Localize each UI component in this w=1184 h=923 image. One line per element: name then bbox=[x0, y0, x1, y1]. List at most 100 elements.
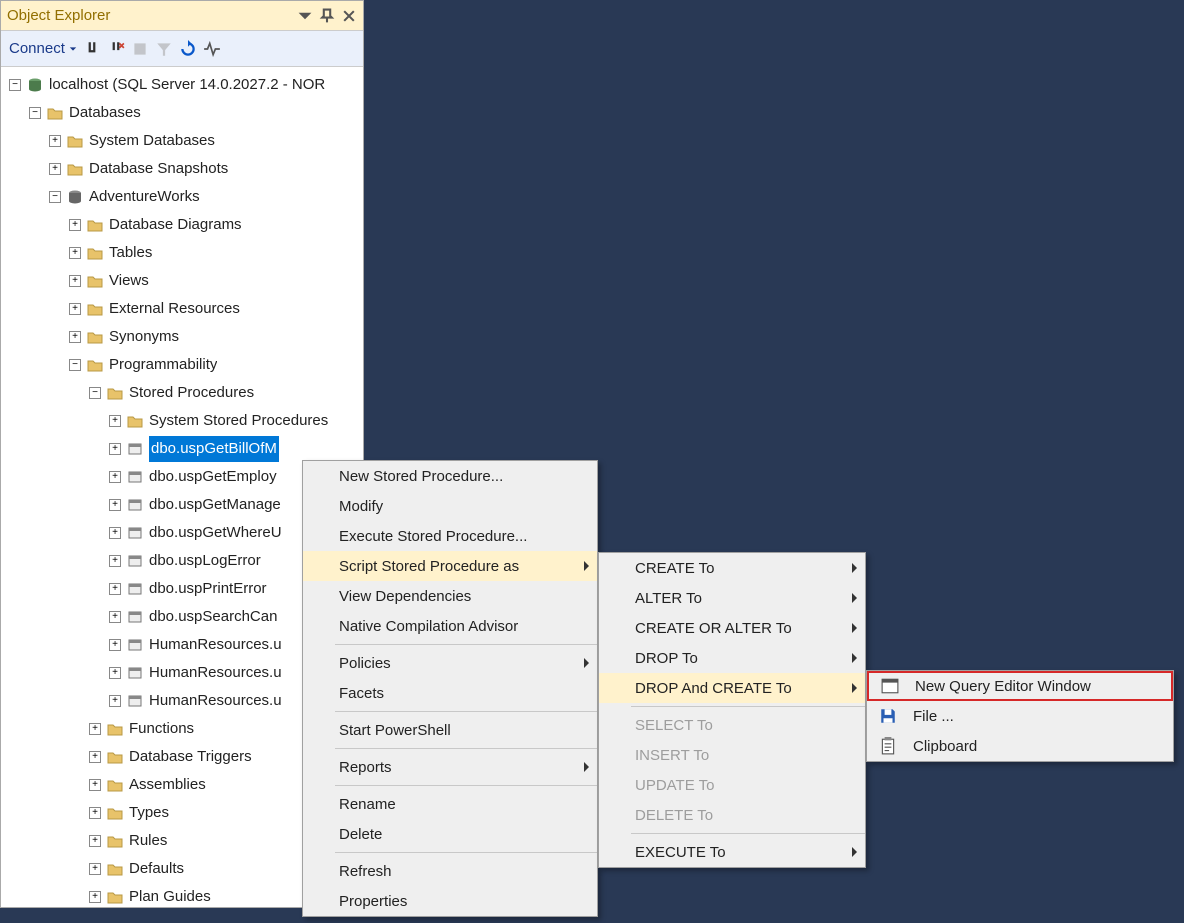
databases-node[interactable]: −Databases bbox=[1, 99, 363, 127]
folder-icon bbox=[87, 357, 103, 373]
submenu-arrow-icon bbox=[852, 593, 857, 603]
menu-create-or-alter-to[interactable]: CREATE OR ALTER To bbox=[599, 613, 865, 643]
server-node[interactable]: −localhost (SQL Server 14.0.2027.2 - NOR bbox=[1, 71, 363, 99]
menu-powershell[interactable]: Start PowerShell bbox=[303, 715, 597, 745]
separator bbox=[335, 785, 597, 786]
menu-drop-and-create-to[interactable]: DROP And CREATE To bbox=[599, 673, 865, 703]
menu-select-to: SELECT To bbox=[599, 710, 865, 740]
separator bbox=[631, 706, 865, 707]
menu-delete[interactable]: Delete bbox=[303, 819, 597, 849]
programmability-node[interactable]: −Programmability bbox=[1, 351, 363, 379]
object-explorer-title: Object Explorer bbox=[7, 7, 297, 24]
submenu-arrow-icon bbox=[584, 561, 589, 571]
object-explorer-titlebar: Object Explorer bbox=[1, 1, 363, 31]
separator bbox=[631, 833, 865, 834]
database-diagrams-node[interactable]: +Database Diagrams bbox=[1, 211, 363, 239]
folder-icon bbox=[107, 889, 123, 905]
views-node[interactable]: +Views bbox=[1, 267, 363, 295]
connect-server-icon[interactable] bbox=[83, 40, 101, 58]
folder-icon bbox=[87, 245, 103, 261]
folder-icon bbox=[67, 133, 83, 149]
sp-icon bbox=[127, 637, 143, 653]
synonyms-node[interactable]: +Synonyms bbox=[1, 323, 363, 351]
submenu-arrow-icon bbox=[852, 623, 857, 633]
menu-clipboard[interactable]: Clipboard bbox=[867, 731, 1173, 761]
clipboard-icon bbox=[879, 737, 897, 755]
sp-icon bbox=[127, 441, 143, 457]
object-explorer-toolbar: Connect bbox=[1, 31, 363, 67]
submenu-arrow-icon bbox=[852, 563, 857, 573]
submenu-arrow-icon bbox=[584, 658, 589, 668]
folder-icon bbox=[107, 777, 123, 793]
menu-rename[interactable]: Rename bbox=[303, 789, 597, 819]
sp-icon bbox=[127, 609, 143, 625]
sp-icon bbox=[127, 525, 143, 541]
close-icon[interactable] bbox=[341, 8, 357, 24]
menu-update-to: UPDATE To bbox=[599, 770, 865, 800]
database-icon bbox=[67, 189, 83, 205]
system-stored-procedures-node[interactable]: +System Stored Procedures bbox=[1, 407, 363, 435]
folder-icon bbox=[107, 385, 123, 401]
external-resources-node[interactable]: +External Resources bbox=[1, 295, 363, 323]
activity-icon[interactable] bbox=[203, 40, 221, 58]
menu-alter-to[interactable]: ALTER To bbox=[599, 583, 865, 613]
pin-icon[interactable] bbox=[319, 8, 335, 24]
folder-icon bbox=[107, 833, 123, 849]
sp-icon bbox=[127, 665, 143, 681]
server-icon bbox=[27, 77, 43, 93]
context-menu-sp: New Stored Procedure... Modify Execute S… bbox=[302, 460, 598, 917]
stored-procedures-node[interactable]: −Stored Procedures bbox=[1, 379, 363, 407]
submenu-arrow-icon bbox=[852, 683, 857, 693]
menu-properties[interactable]: Properties bbox=[303, 886, 597, 916]
sp-icon bbox=[127, 693, 143, 709]
submenu-arrow-icon bbox=[852, 847, 857, 857]
menu-execute[interactable]: Execute Stored Procedure... bbox=[303, 521, 597, 551]
window-dropdown-icon[interactable] bbox=[297, 8, 313, 24]
separator bbox=[335, 852, 597, 853]
context-menu-script-as: CREATE To ALTER To CREATE OR ALTER To DR… bbox=[598, 552, 866, 868]
menu-nca[interactable]: Native Compilation Advisor bbox=[303, 611, 597, 641]
refresh-icon[interactable] bbox=[179, 40, 197, 58]
separator bbox=[335, 644, 597, 645]
submenu-arrow-icon bbox=[584, 762, 589, 772]
separator bbox=[335, 748, 597, 749]
menu-drop-to[interactable]: DROP To bbox=[599, 643, 865, 673]
menu-modify[interactable]: Modify bbox=[303, 491, 597, 521]
sp-icon bbox=[127, 581, 143, 597]
adventureworks-node[interactable]: −AdventureWorks bbox=[1, 183, 363, 211]
menu-reports[interactable]: Reports bbox=[303, 752, 597, 782]
context-menu-output-target: New Query Editor Window File ... Clipboa… bbox=[866, 670, 1174, 762]
connect-button[interactable]: Connect bbox=[9, 40, 77, 57]
folder-icon bbox=[107, 721, 123, 737]
sp-icon bbox=[127, 497, 143, 513]
folder-icon bbox=[127, 413, 143, 429]
tables-node[interactable]: +Tables bbox=[1, 239, 363, 267]
menu-create-to[interactable]: CREATE To bbox=[599, 553, 865, 583]
folder-icon bbox=[107, 805, 123, 821]
menu-refresh[interactable]: Refresh bbox=[303, 856, 597, 886]
folder-icon bbox=[107, 749, 123, 765]
submenu-arrow-icon bbox=[852, 653, 857, 663]
sp-icon bbox=[127, 469, 143, 485]
folder-icon bbox=[67, 161, 83, 177]
menu-facets[interactable]: Facets bbox=[303, 678, 597, 708]
menu-delete-to: DELETE To bbox=[599, 800, 865, 830]
database-snapshots-node[interactable]: +Database Snapshots bbox=[1, 155, 363, 183]
folder-icon bbox=[87, 329, 103, 345]
sp-icon bbox=[127, 553, 143, 569]
folder-icon bbox=[87, 301, 103, 317]
folder-icon bbox=[107, 861, 123, 877]
menu-file[interactable]: File ... bbox=[867, 701, 1173, 731]
menu-new-sp[interactable]: New Stored Procedure... bbox=[303, 461, 597, 491]
menu-new-query-editor-window[interactable]: New Query Editor Window bbox=[867, 671, 1173, 701]
disconnect-server-icon[interactable] bbox=[107, 40, 125, 58]
menu-view-deps[interactable]: View Dependencies bbox=[303, 581, 597, 611]
sp-getbillofmaterials-node[interactable]: +dbo.uspGetBillOfM bbox=[1, 435, 363, 463]
menu-execute-to[interactable]: EXECUTE To bbox=[599, 837, 865, 867]
menu-script-as[interactable]: Script Stored Procedure as bbox=[303, 551, 597, 581]
menu-policies[interactable]: Policies bbox=[303, 648, 597, 678]
query-window-icon bbox=[881, 677, 899, 695]
folder-icon bbox=[87, 273, 103, 289]
system-databases-node[interactable]: +System Databases bbox=[1, 127, 363, 155]
filter-icon[interactable] bbox=[155, 40, 173, 58]
